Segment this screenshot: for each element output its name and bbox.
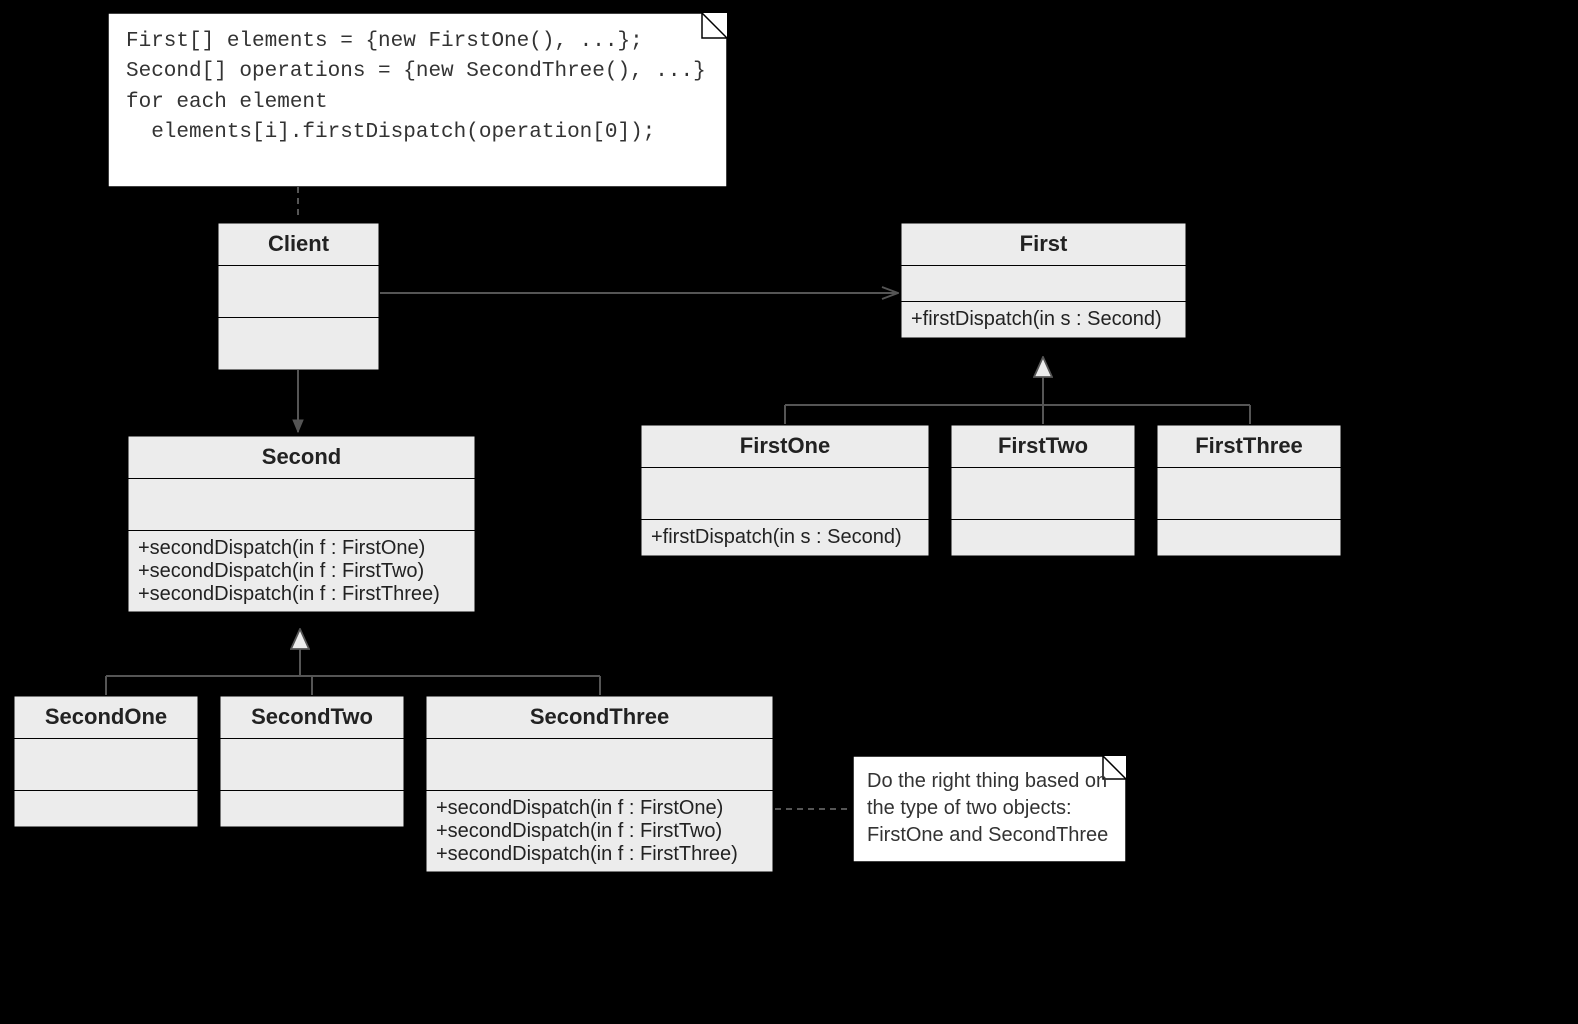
class-firstone: FirstOne +firstDispatch(in s : Second) [640,424,930,557]
diagram-canvas: First[] elements = {new FirstOne(), ...}… [0,0,1578,1024]
class-secondone-attrs [14,739,198,791]
class-secondtwo-attrs [220,739,404,791]
class-second: Second +secondDispatch(in f : FirstOne) … [127,435,476,613]
class-firstthree: FirstThree [1156,424,1342,557]
class-first-attrs [901,266,1186,302]
class-firsttwo: FirstTwo [950,424,1136,557]
class-secondthree: SecondThree +secondDispatch(in f : First… [425,695,774,873]
class-firsttwo-attrs [951,468,1135,520]
class-firstthree-ops [1157,520,1341,556]
class-firstthree-attrs [1157,468,1341,520]
class-secondthree-title: SecondThree [426,696,773,739]
note-explain: Do the right thing based on the type of … [853,756,1126,862]
class-second-title: Second [128,436,475,479]
class-secondthree-ops: +secondDispatch(in f : FirstOne) +second… [426,791,773,872]
class-firstone-attrs [641,468,929,520]
note-code-text: First[] elements = {new FirstOne(), ...}… [108,13,727,187]
class-secondtwo-ops [220,791,404,827]
class-first: First +firstDispatch(in s : Second) [900,222,1187,339]
class-firstthree-title: FirstThree [1157,425,1341,468]
class-firstone-ops: +firstDispatch(in s : Second) [641,520,929,556]
note-code: First[] elements = {new FirstOne(), ...}… [108,13,727,187]
class-secondtwo: SecondTwo [219,695,405,828]
class-secondone-title: SecondOne [14,696,198,739]
class-secondthree-attrs [426,739,773,791]
class-secondone-ops [14,791,198,827]
class-secondone: SecondOne [13,695,199,828]
class-secondtwo-title: SecondTwo [220,696,404,739]
class-client-title: Client [218,223,379,266]
class-client: Client [217,222,380,371]
class-client-ops [218,318,379,370]
class-firstone-title: FirstOne [641,425,929,468]
class-second-attrs [128,479,475,531]
class-first-title: First [901,223,1186,266]
note-explain-text: Do the right thing based on the type of … [853,756,1126,862]
class-firsttwo-ops [951,520,1135,556]
class-client-attrs [218,266,379,318]
class-firsttwo-title: FirstTwo [951,425,1135,468]
class-second-ops: +secondDispatch(in f : FirstOne) +second… [128,531,475,612]
class-first-ops: +firstDispatch(in s : Second) [901,302,1186,338]
